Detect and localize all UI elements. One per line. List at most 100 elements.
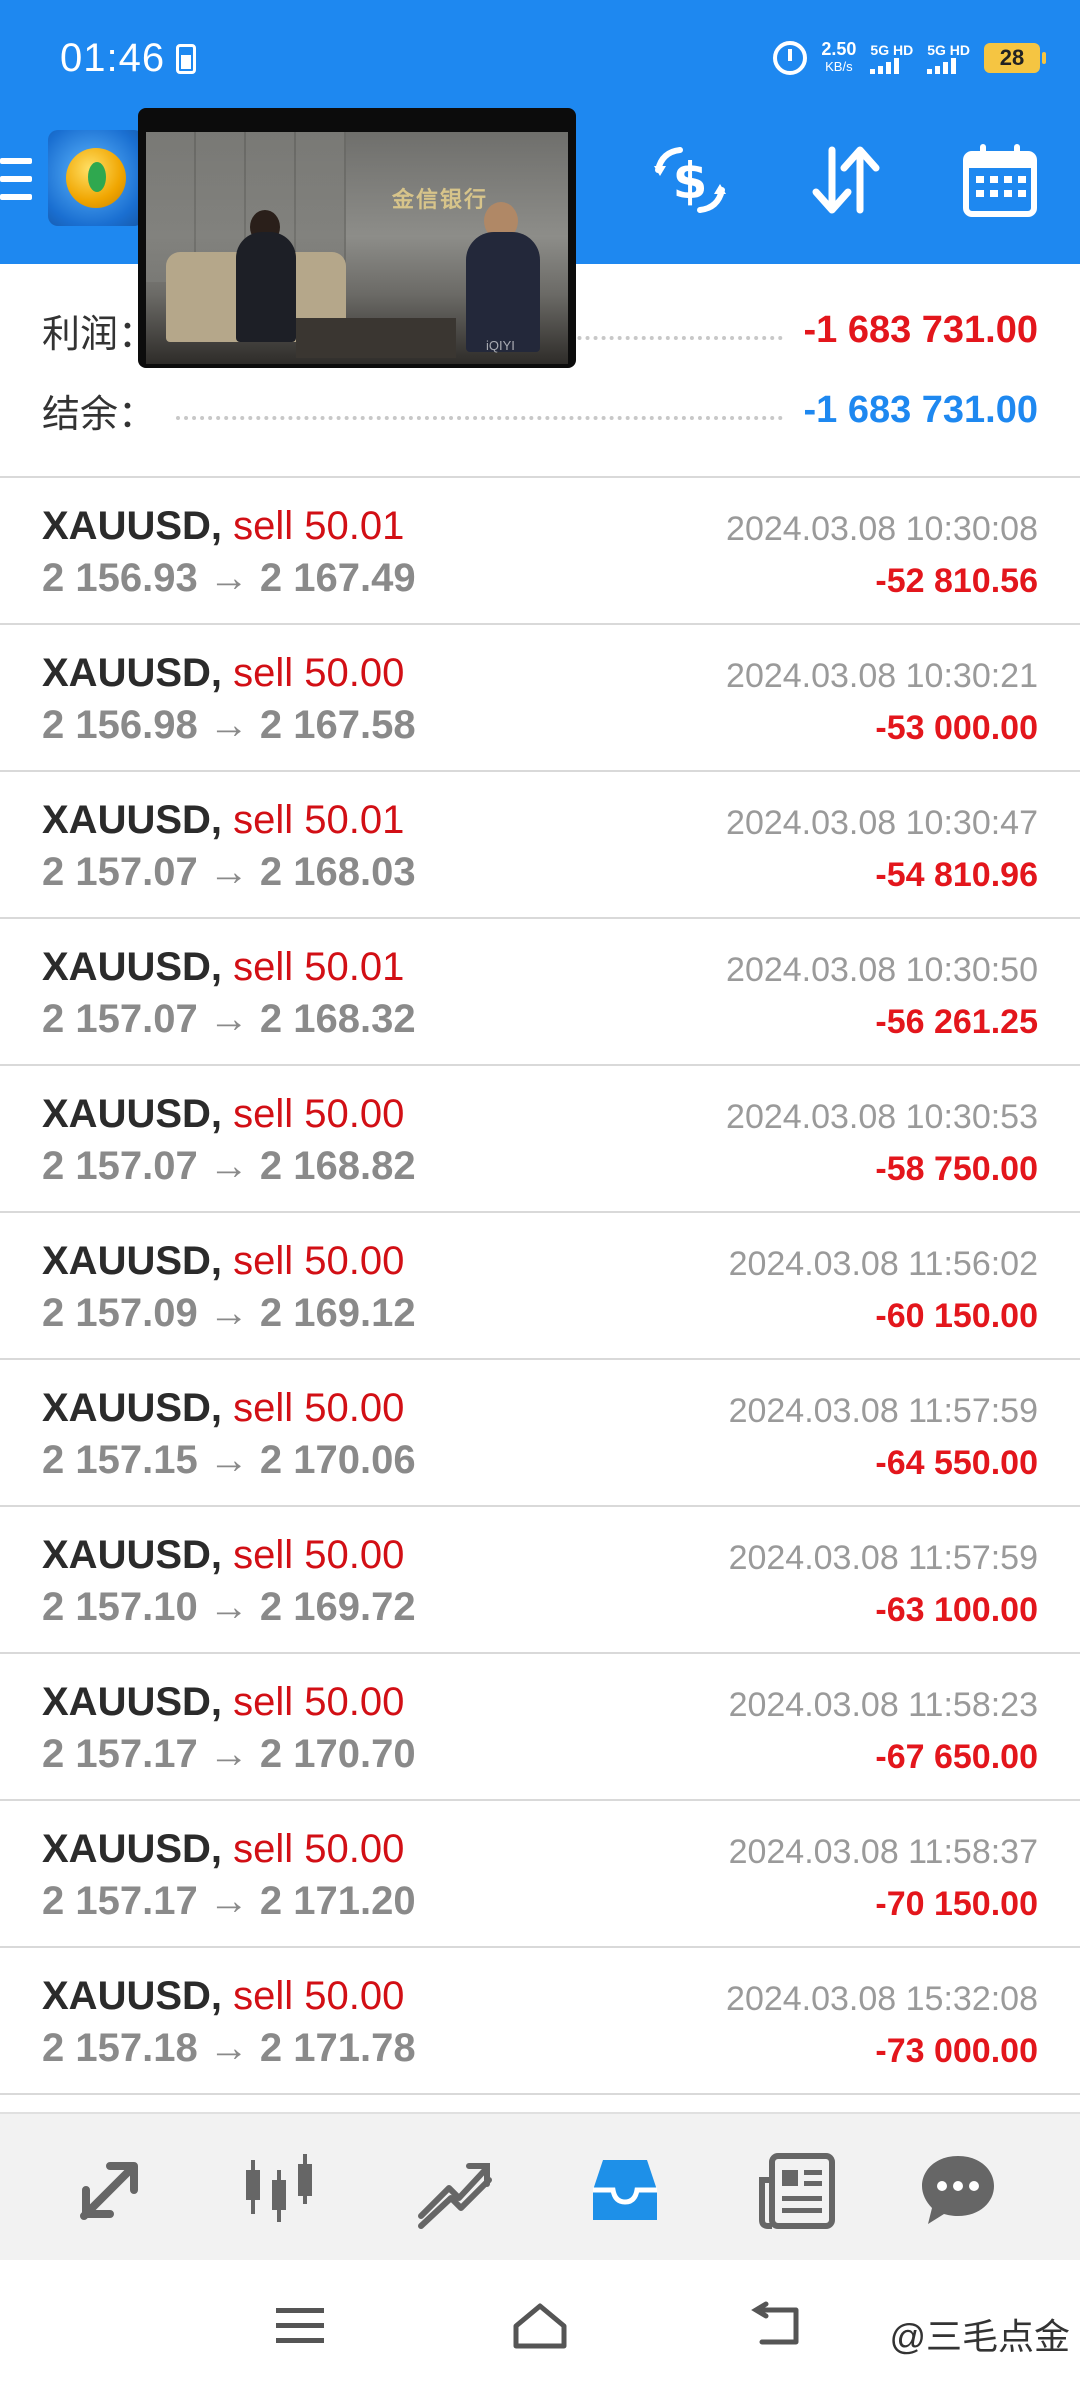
trade-side: sell 50.00	[233, 1680, 405, 1724]
trade-time: 2024.03.08 15:32:08	[726, 1980, 1038, 2018]
currency-exchange-icon[interactable]: $	[650, 140, 730, 220]
menu-icon[interactable]	[270, 2300, 330, 2352]
chat-icon[interactable]	[918, 2150, 998, 2230]
signal-bars-icon	[927, 58, 957, 74]
trade-symbol: XAUUSD, sell 50.01	[42, 504, 405, 548]
trade-symbol: XAUUSD, sell 50.01	[42, 798, 405, 842]
trade-row[interactable]: XAUUSD, sell 50.00 2 157.10 → 2 169.72 2…	[0, 1507, 1080, 1654]
trade-side: sell 50.00	[233, 1386, 405, 1430]
sim2-signal: 5G HD	[927, 42, 970, 74]
trade-side: sell 50.00	[233, 1827, 405, 1871]
trade-symbol: XAUUSD, sell 50.00	[42, 1239, 405, 1283]
speed-unit: KB/s	[825, 59, 853, 74]
dotted-leader	[176, 416, 784, 420]
trade-side: sell 50.00	[233, 1092, 405, 1136]
back-icon[interactable]	[748, 2300, 808, 2352]
trade-time: 2024.03.08 10:30:08	[726, 510, 1038, 548]
trade-history-list[interactable]: XAUUSD, sell 50.01 2 156.93 → 2 167.49 2…	[0, 478, 1080, 2095]
quotes-icon[interactable]	[70, 2150, 150, 2230]
watermark-text: @三毛点金	[889, 2316, 1070, 2357]
trade-prices: 2 156.98 → 2 167.58	[42, 703, 416, 747]
network-speed: 2.50 KB/s	[821, 40, 856, 76]
trade-row[interactable]: XAUUSD, sell 50.01 2 157.07 → 2 168.03 2…	[0, 772, 1080, 919]
status-time: 01:46	[60, 36, 166, 80]
trade-profit: -67 650.00	[875, 1738, 1038, 1776]
trade-row[interactable]: XAUUSD, sell 50.00 2 157.17 → 2 170.70 2…	[0, 1654, 1080, 1801]
balance-row: 结余： -1 683 731.00	[42, 382, 1038, 438]
trade-prices: 2 157.15 → 2 170.06	[42, 1438, 416, 1482]
trade-row[interactable]: XAUUSD, sell 50.01 2 156.93 → 2 167.49 2…	[0, 478, 1080, 625]
trade-time: 2024.03.08 11:58:37	[728, 1833, 1038, 1871]
trade-side: sell 50.00	[233, 651, 405, 695]
trade-profit: -58 750.00	[875, 1150, 1038, 1188]
trade-time: 2024.03.08 10:30:53	[726, 1098, 1038, 1136]
trade-time: 2024.03.08 10:30:47	[726, 804, 1038, 842]
trade-symbol: XAUUSD, sell 50.00	[42, 1974, 405, 2018]
trade-prices: 2 157.17 → 2 171.20	[42, 1879, 416, 1923]
status-right: 2.50 KB/s 5G HD 5G HD 28	[773, 38, 1046, 78]
trade-prices: 2 157.07 → 2 168.82	[42, 1144, 416, 1188]
trade-row[interactable]: XAUUSD, sell 50.00 2 156.98 → 2 167.58 2…	[0, 625, 1080, 772]
calendar-icon[interactable]	[960, 140, 1040, 220]
trade-prices: 2 157.07 → 2 168.32	[42, 997, 416, 1041]
battery-saver-icon	[176, 44, 196, 74]
trade-time: 2024.03.08 11:58:23	[728, 1686, 1038, 1724]
trade-row[interactable]: XAUUSD, sell 50.00 2 157.07 → 2 168.82 2…	[0, 1066, 1080, 1213]
trade-profit: -53 000.00	[875, 709, 1038, 747]
trade-row[interactable]: XAUUSD, sell 50.00 2 157.18 → 2 171.78 2…	[0, 1948, 1080, 2095]
trade-prices: 2 157.07 → 2 168.03	[42, 850, 416, 894]
hamburger-icon[interactable]	[0, 158, 32, 202]
trade-symbol: XAUUSD, sell 50.00	[42, 1092, 405, 1136]
trade-time: 2024.03.08 10:30:50	[726, 951, 1038, 989]
trade-profit: -60 150.00	[875, 1297, 1038, 1335]
battery-level: 28	[984, 43, 1046, 73]
sort-icon[interactable]	[806, 140, 886, 220]
metatrader-logo[interactable]	[48, 130, 144, 226]
news-icon[interactable]	[758, 2150, 838, 2230]
video-sign-text: 金信银行	[392, 187, 489, 212]
trade-symbol: XAUUSD, sell 50.00	[42, 651, 405, 695]
trade-row[interactable]: XAUUSD, sell 50.00 2 157.15 → 2 170.06 2…	[0, 1360, 1080, 1507]
trade-profit: -63 100.00	[875, 1591, 1038, 1629]
video-frame: 金信银行 iQIYI	[146, 132, 568, 364]
balance-value: -1 683 731.00	[803, 388, 1038, 431]
trade-row[interactable]: XAUUSD, sell 50.01 2 157.07 → 2 168.32 2…	[0, 919, 1080, 1066]
alarm-icon	[773, 41, 808, 75]
trade-side: sell 50.00	[233, 1974, 405, 2018]
sim1-signal: 5G HD	[870, 42, 913, 74]
trade-time: 2024.03.08 10:30:21	[726, 657, 1038, 695]
trade-symbol: XAUUSD, sell 50.00	[42, 1386, 405, 1430]
home-icon[interactable]	[510, 2300, 570, 2352]
trade-row[interactable]: XAUUSD, sell 50.00 2 157.09 → 2 169.12 2…	[0, 1213, 1080, 1360]
trade-side: sell 50.01	[233, 945, 405, 989]
trade-prices: 2 157.10 → 2 169.72	[42, 1585, 416, 1629]
trade-side: sell 50.01	[233, 798, 405, 842]
trade-symbol: XAUUSD, sell 50.00	[42, 1680, 405, 1724]
signal-bars-icon	[870, 58, 900, 74]
trade-side: sell 50.00	[233, 1239, 405, 1283]
trade-profit: -52 810.56	[875, 562, 1038, 600]
trade-profit: -54 810.96	[875, 856, 1038, 894]
trade-prices: 2 157.17 → 2 170.70	[42, 1732, 416, 1776]
trade-row[interactable]: XAUUSD, sell 50.00 2 157.17 → 2 171.20 2…	[0, 1801, 1080, 1948]
trade-symbol: XAUUSD, sell 50.01	[42, 945, 405, 989]
trade-icon[interactable]	[415, 2150, 495, 2230]
trade-prices: 2 157.18 → 2 171.78	[42, 2026, 416, 2070]
trade-time: 2024.03.08 11:57:59	[728, 1392, 1038, 1430]
status-bar: 01:46 2.50 KB/s 5G HD 5G HD 28	[0, 0, 1080, 120]
trade-profit: -64 550.00	[875, 1444, 1038, 1482]
bottom-navigation	[0, 2112, 1080, 2260]
sim2-label: 5G HD	[927, 42, 970, 58]
trade-profit: -56 261.25	[875, 1003, 1038, 1041]
trade-prices: 2 157.09 → 2 169.12	[42, 1291, 416, 1335]
profit-value: -1 683 731.00	[803, 308, 1038, 351]
chart-icon[interactable]	[240, 2150, 320, 2230]
trade-side: sell 50.00	[233, 1533, 405, 1577]
trade-profit: -70 150.00	[875, 1885, 1038, 1923]
pip-video-player[interactable]: 金信银行 iQIYI	[138, 108, 576, 368]
trade-prices: 2 156.93 → 2 167.49	[42, 556, 416, 600]
balance-label: 结余：	[42, 393, 157, 436]
trade-time: 2024.03.08 11:56:02	[728, 1245, 1038, 1283]
history-icon[interactable]	[585, 2150, 665, 2230]
trade-time: 2024.03.08 11:57:59	[728, 1539, 1038, 1577]
